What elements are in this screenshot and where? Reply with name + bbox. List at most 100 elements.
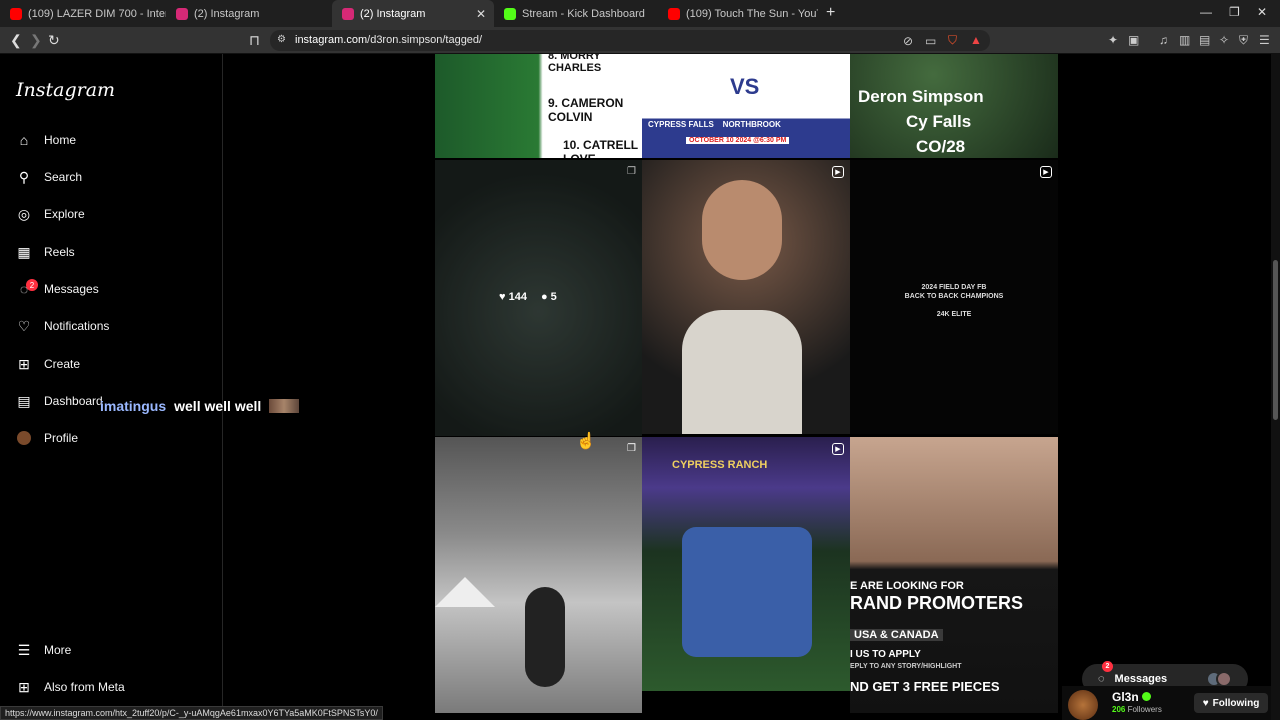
post-tile[interactable]: ▶ [642, 160, 850, 434]
messenger-icon: ◌ [1098, 673, 1105, 685]
restore-icon[interactable]: ❐ [1229, 5, 1240, 19]
sidebar-item-reels[interactable]: ▦ Reels [16, 240, 206, 264]
address-bar[interactable]: ⚙ instagram.com/d3ron.simpson/tagged/ ⊘ … [270, 30, 990, 51]
back-icon[interactable]: ❮ [10, 32, 22, 49]
heart-icon: ♥ [1202, 697, 1209, 709]
browser-tab[interactable]: (2) Instagram [166, 0, 332, 27]
sidebar-item-also-from-meta[interactable]: ⊞ Also from Meta [16, 675, 206, 699]
post-image-team [682, 527, 812, 657]
post-tile[interactable]: Deron Simpson Cy Falls CO/28 [850, 54, 1058, 158]
notification-badge: 2 [26, 279, 38, 291]
sidebar-item-label: Also from Meta [44, 680, 125, 694]
sidebar-item-explore[interactable]: ◎ Explore [16, 202, 206, 226]
forward-icon[interactable]: ❯ [30, 32, 42, 49]
sidebar-item-label: More [44, 643, 72, 657]
sidebar-item-search[interactable]: ⚲ Search [16, 165, 206, 189]
kick-icon [504, 7, 516, 20]
sidebar-item-label: Messages [44, 282, 99, 296]
sidebar-item-label: Home [44, 133, 77, 147]
post-caption-line: CO/28 [916, 137, 966, 156]
post-image-face [702, 180, 782, 280]
leo-icon[interactable]: ✧ [1219, 33, 1229, 47]
sidebar-toggle-icon[interactable]: ▥ [1179, 33, 1190, 47]
menu-icon[interactable]: ☰ [1259, 33, 1270, 47]
new-tab-icon[interactable]: + [826, 4, 835, 22]
window-close-icon[interactable]: ✕ [1257, 5, 1267, 19]
likes-value: 144 [508, 291, 527, 303]
streamer-name-text: Gl3n [1112, 690, 1139, 704]
compass-icon: ◎ [17, 205, 31, 222]
mute-icon[interactable]: ⊘ [903, 34, 913, 48]
tab-title: (109) Touch The Sun - YouTube [686, 7, 818, 20]
post-caption-line: E ARE LOOKING FOR [850, 580, 964, 592]
scroll-thumb[interactable] [1273, 260, 1278, 420]
sidebar-item-more[interactable]: ☰ More [16, 638, 206, 662]
browser-toolbar: ❮ ❯ ↻ ⊓ ⚙ instagram.com/d3ron.simpson/ta… [0, 27, 1280, 54]
vpn-icon[interactable]: ⛨ [1239, 33, 1248, 48]
chat-emote [269, 399, 300, 413]
sidebar-item-notifications[interactable]: ♡ Notifications [16, 314, 206, 338]
page-scrollbar[interactable] [1271, 54, 1280, 720]
reload-icon[interactable]: ↻ [48, 32, 60, 49]
stream-follow-overlay: Gl3n 206 Followers ♥ Following [1062, 686, 1280, 720]
post-tile[interactable]: ❐ [435, 437, 642, 713]
plus-square-icon: ⊞ [18, 355, 30, 372]
brave-shield-icon[interactable]: ⛉ [948, 33, 957, 48]
comments-value: 5 [550, 291, 557, 303]
post-stats: ♥ 144 ● 5 [499, 291, 557, 303]
browser-tab-bar: (109) LAZER DIM 700 - Intervene (Pr (2) … [0, 0, 1280, 27]
post-caption-line: ND GET 3 FREE PIECES [850, 679, 1000, 694]
post-caption-line: BACK TO BACK CHAMPIONS [904, 293, 1004, 300]
bookmark-icon[interactable]: ⊓ [249, 32, 260, 49]
browser-tab[interactable]: (109) LAZER DIM 700 - Intervene (Pr [0, 0, 166, 27]
instagram-logo[interactable]: Instagram [16, 79, 115, 101]
extensions-icon[interactable]: ✦ [1108, 33, 1118, 47]
wallet-icon[interactable]: ▣ [1128, 33, 1139, 47]
browser-tab[interactable]: (109) Touch The Sun - YouTube [658, 0, 818, 27]
minimize-icon[interactable]: — [1200, 5, 1212, 19]
wallet-card-icon[interactable]: ▤ [1199, 33, 1210, 47]
post-tile[interactable]: E ARE LOOKING FOR RAND PROMOTERS USA & C… [850, 437, 1058, 713]
likes-count: ♥ 144 [499, 291, 527, 303]
hand-cursor-icon: ☝ [576, 433, 596, 450]
post-tile[interactable]: VS CYPRESS FALLS NORTHBROOK OCTOBER 10 2… [642, 54, 850, 158]
post-caption-line: RAND PROMOTERS [850, 593, 1024, 613]
tab-title: Stream - Kick Dashboard [522, 7, 645, 20]
post-caption-line: CYPRESS RANCH [672, 459, 768, 471]
cast-icon[interactable]: ▭ [925, 34, 936, 48]
youtube-icon [10, 7, 22, 20]
music-icon[interactable]: ♫ [1159, 33, 1168, 47]
sidebar-item-profile[interactable]: Profile [16, 426, 206, 450]
meta-icon: ⊞ [18, 678, 30, 695]
browser-tab[interactable]: Stream - Kick Dashboard [494, 0, 658, 27]
post-tile[interactable]: ▶ CYPRESS RANCH [642, 437, 850, 691]
post-image-player [525, 587, 565, 687]
sidebar-item-messages[interactable]: ◌ 2 Messages [16, 277, 206, 301]
follower-count: 206 Followers [1112, 705, 1162, 714]
browser-tab-active[interactable]: (2) Instagram ✕ [332, 0, 494, 27]
dashboard-icon: ▤ [17, 392, 31, 409]
post-tile[interactable]: ▶ 2024 FIELD DAY FB BACK TO BACK CHAMPIO… [850, 160, 1058, 434]
post-caption-line: I US TO APPLY [850, 649, 921, 660]
post-tile[interactable]: 8. MORRY CHARLES 9. CAMERON COLVIN 10. C… [435, 54, 642, 158]
brave-rewards-icon[interactable]: ▲ [970, 33, 982, 47]
post-tile-hovered[interactable]: ❐ ♥ 144 ● 5 [435, 160, 642, 436]
sidebar-item-label: Explore [44, 207, 85, 221]
chat-username: imatingus [100, 398, 167, 414]
avatar [1068, 690, 1098, 720]
sidebar-item-create[interactable]: ⊞ Create [16, 352, 206, 376]
notification-badge: 2 [1102, 661, 1113, 672]
reels-icon: ▶ [1040, 166, 1052, 178]
instagram-sidebar: Instagram ⌂ Home ⚲ Search ◎ Explore ▦ Re… [0, 54, 223, 720]
youtube-icon [668, 7, 680, 20]
tab-title: (2) Instagram [360, 7, 426, 20]
site-settings-icon[interactable]: ⚙ [277, 34, 286, 45]
close-icon[interactable]: ✕ [476, 7, 486, 21]
sidebar-item-label: Profile [44, 431, 79, 445]
instagram-icon [342, 7, 354, 20]
post-caption-line: Deron Simpson [858, 87, 984, 106]
following-button[interactable]: ♥ Following [1194, 693, 1268, 713]
sidebar-item-home[interactable]: ⌂ Home [16, 128, 206, 152]
post-caption-line: 8. MORRY CHARLES [548, 54, 602, 74]
home-icon: ⌂ [19, 132, 29, 148]
